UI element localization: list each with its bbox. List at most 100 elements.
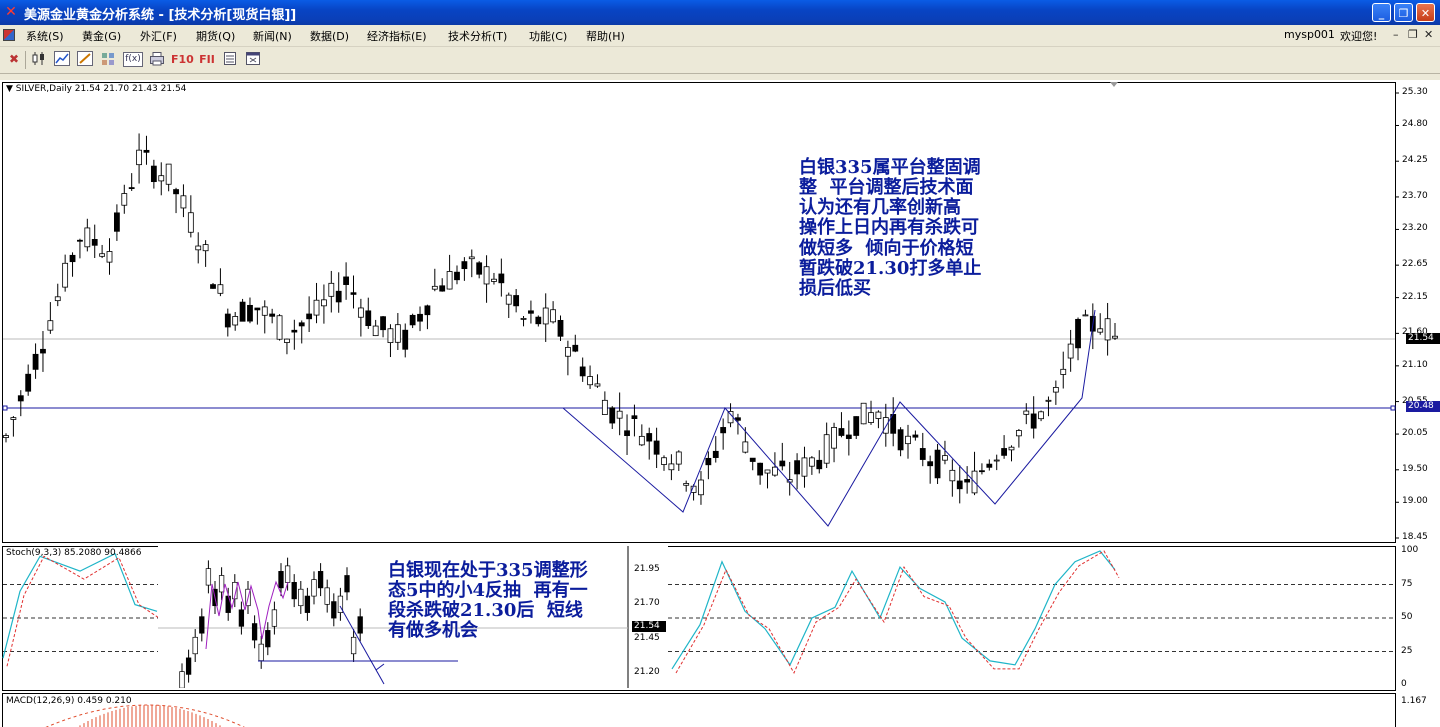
- bear-candle: [25, 373, 32, 392]
- stoch-tick-label: 75: [1401, 578, 1413, 589]
- analysis-annotation: 白银335属平台整固调 整 平台调整后技术面 认为还有几率创新高 操作上日内再有…: [799, 157, 982, 299]
- inset-bull-candle: [205, 568, 212, 586]
- grid-icon[interactable]: [99, 51, 117, 68]
- bear-candle: [239, 301, 246, 322]
- bull-candle: [868, 412, 874, 423]
- bull-candle: [187, 212, 194, 233]
- menu-help[interactable]: 帮助(H): [586, 28, 625, 44]
- bear-candle: [350, 292, 357, 295]
- bull-candle: [698, 479, 704, 496]
- bear-candle: [631, 415, 638, 419]
- candlestick-icon[interactable]: [30, 51, 48, 68]
- bear-candle: [757, 462, 764, 476]
- bear-candle: [779, 460, 786, 467]
- bear-candle: [513, 295, 520, 307]
- inset-tick-label: 21.95: [634, 564, 660, 574]
- price-tick-label: 24.80: [1402, 119, 1428, 130]
- inset-bear-candle: [357, 616, 363, 634]
- bull-candle: [742, 441, 749, 453]
- menu-function[interactable]: 功能(C): [529, 28, 567, 44]
- line-chart-icon[interactable]: [53, 51, 71, 68]
- scroll-marker-icon: [1110, 82, 1118, 87]
- inset-tick-label: 21.70: [634, 598, 660, 609]
- bear-candle: [335, 290, 342, 303]
- bear-candle: [845, 434, 852, 439]
- calendar-icon[interactable]: [244, 51, 262, 68]
- inset-bear-candle: [304, 595, 311, 613]
- bear-candle: [114, 212, 120, 232]
- bull-candle: [772, 466, 778, 476]
- menu-news[interactable]: 新闻(N): [253, 28, 292, 44]
- bear-candle: [461, 261, 468, 270]
- bear-candle: [528, 310, 534, 314]
- bull-candle: [1052, 387, 1059, 393]
- bear-candle: [210, 284, 216, 289]
- bear-candle: [173, 189, 179, 195]
- bear-candle: [91, 239, 98, 246]
- mdi-close-icon[interactable]: ✕: [1424, 28, 1433, 41]
- bull-candle: [321, 299, 327, 307]
- bear-candle: [1075, 318, 1081, 349]
- bear-candle: [624, 430, 630, 436]
- price-tick-label: 23.20: [1402, 223, 1428, 234]
- bear-candle: [986, 463, 993, 468]
- close-button[interactable]: ✕: [1416, 3, 1435, 22]
- bear-candle: [897, 429, 904, 451]
- inset-bear-candle: [278, 571, 284, 589]
- minimize-button[interactable]: _: [1372, 3, 1391, 22]
- bear-candle: [579, 366, 586, 377]
- price-tick-label: 25.30: [1402, 87, 1428, 97]
- bull-candle: [62, 262, 69, 288]
- menu-system[interactable]: 系统(S): [26, 28, 64, 44]
- close-chart-icon[interactable]: ✖: [5, 51, 23, 68]
- document-icon[interactable]: [3, 29, 15, 41]
- bull-candle: [564, 347, 571, 357]
- menu-gold[interactable]: 黄金(G): [82, 28, 121, 44]
- print-icon[interactable]: [148, 51, 166, 68]
- menu-forex[interactable]: 外汇(F): [140, 28, 177, 44]
- bear-candle: [816, 459, 823, 470]
- menu-economic[interactable]: 经济指标(E): [367, 28, 427, 44]
- inset-bear-candle: [265, 630, 271, 648]
- draw-icon[interactable]: [76, 51, 94, 68]
- bear-candle: [476, 262, 483, 275]
- bull-candle: [764, 469, 771, 474]
- bull-candle: [284, 338, 290, 343]
- bull-candle: [587, 376, 593, 386]
- f11-button[interactable]: FII: [196, 51, 218, 68]
- bull-candle: [394, 324, 401, 343]
- bear-candle: [964, 479, 971, 483]
- inset-bear-candle: [251, 623, 258, 641]
- toolbar: ✖ f(x) F10 FII: [0, 47, 1440, 74]
- menu-data[interactable]: 数据(D): [310, 28, 349, 44]
- bull-candle: [801, 457, 808, 477]
- bull-candle: [372, 325, 379, 337]
- list-icon[interactable]: [221, 51, 239, 68]
- menu-futures[interactable]: 期货(Q): [196, 28, 235, 44]
- bear-candle: [424, 305, 431, 316]
- chart-area[interactable]: ▼ SILVER,Daily 21.54 21.70 21.43 21.54 S…: [0, 80, 1440, 727]
- macd-pane-frame: [2, 693, 1396, 727]
- bear-candle: [402, 329, 409, 350]
- bear-candle: [535, 316, 542, 325]
- mdi-minimize-icon[interactable]: –: [1393, 28, 1399, 41]
- f10-button[interactable]: F10: [171, 51, 194, 68]
- bull-candle: [195, 245, 202, 251]
- bear-candle: [269, 313, 276, 317]
- bull-candle: [1038, 411, 1044, 420]
- mdi-restore-icon[interactable]: ❐: [1408, 28, 1418, 41]
- restore-button[interactable]: ❐: [1394, 3, 1413, 22]
- bull-candle: [505, 294, 512, 305]
- bull-candle: [1104, 318, 1111, 341]
- bull-candle: [1082, 314, 1089, 317]
- bull-candle: [431, 285, 438, 290]
- fx-icon[interactable]: f(x): [123, 52, 143, 67]
- bull-candle: [949, 469, 956, 482]
- bull-candle: [261, 306, 268, 316]
- bull-candle: [823, 434, 830, 464]
- bull-candle: [165, 163, 172, 185]
- bull-candle: [180, 195, 187, 209]
- bear-candle: [653, 440, 660, 455]
- menu-technical[interactable]: 技术分析(T): [448, 28, 507, 44]
- inset-bear-candle: [238, 609, 245, 627]
